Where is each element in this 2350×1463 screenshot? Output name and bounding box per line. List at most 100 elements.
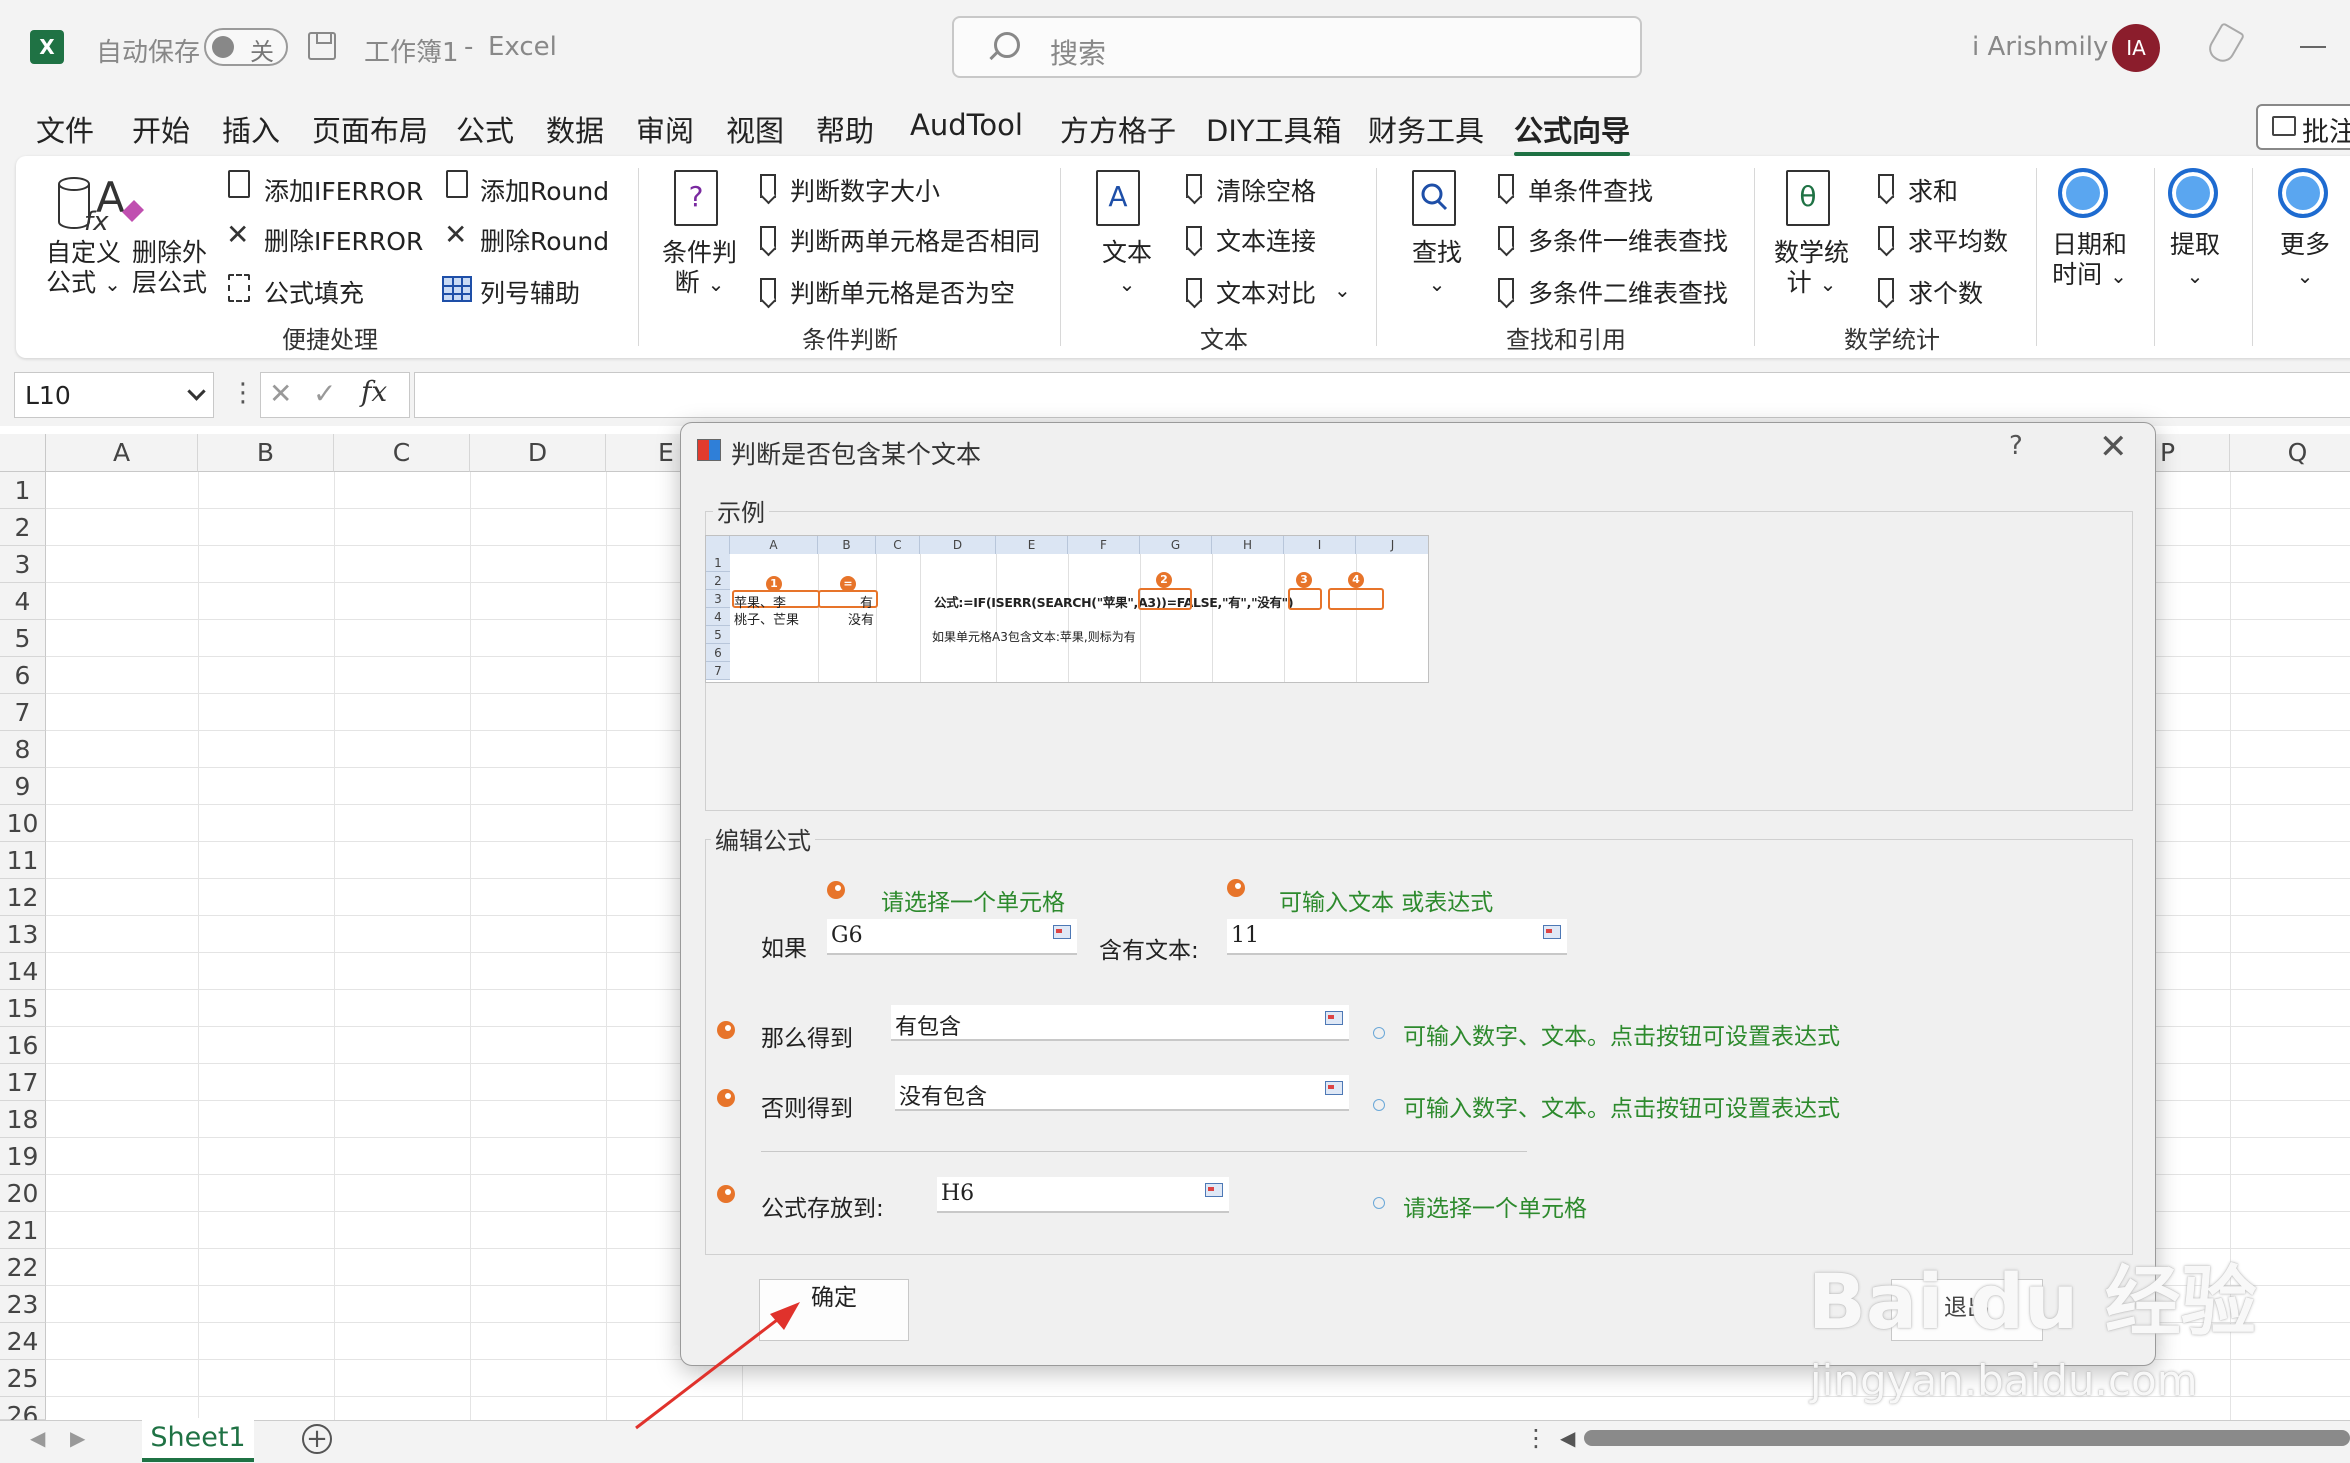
math-item-2[interactable]: 求平均数	[1908, 222, 2008, 258]
col-header-d[interactable]: D	[470, 434, 606, 472]
more-button[interactable]: 更多 ⌄	[2280, 230, 2330, 291]
cond-item-2[interactable]: 判断两单元格是否相同	[790, 222, 1040, 258]
confirm-icon[interactable]: ✓	[313, 377, 336, 410]
more-options-icon[interactable]: ⋮	[230, 378, 256, 408]
extract-button[interactable]: 提取 ⌄	[2170, 230, 2220, 291]
col-header-q[interactable]: Q	[2230, 434, 2350, 472]
tab-diy[interactable]: DIY工具箱	[1206, 108, 1342, 150]
add-sheet-icon[interactable]: +	[302, 1424, 332, 1454]
tab-data[interactable]: 数据	[546, 108, 604, 150]
tab-view[interactable]: 视图	[726, 108, 784, 150]
expression-picker-icon[interactable]	[1325, 1011, 1343, 1025]
close-icon[interactable]: ✕	[2099, 427, 2128, 467]
del-iferror-button[interactable]: 删除IFERROR	[264, 222, 423, 258]
tab-file[interactable]: 文件	[36, 108, 94, 150]
lookup-button[interactable]: 查找 ⌄	[1412, 238, 1462, 299]
tab-formula-wizard[interactable]: 公式向导	[1514, 108, 1631, 156]
row-header[interactable]: 17	[0, 1064, 46, 1101]
add-iferror-button[interactable]: 添加IFERROR	[264, 172, 423, 208]
next-sheet-icon[interactable]: ▶	[70, 1426, 85, 1450]
lookup-item-3[interactable]: 多条件二维表查找	[1528, 274, 1728, 310]
math-button[interactable]: 数学统计 ⌄	[1774, 238, 1849, 299]
row-header[interactable]: 8	[0, 731, 46, 768]
row-header[interactable]: 14	[0, 953, 46, 990]
row-header[interactable]: 24	[0, 1323, 46, 1360]
tab-audtool[interactable]: AudTool	[910, 108, 1023, 142]
add-round-button[interactable]: 添加Round	[480, 172, 609, 208]
contains-text-input[interactable]: 11	[1227, 919, 1567, 955]
cell-picker-icon[interactable]	[1205, 1183, 1223, 1197]
row-header[interactable]: 26	[0, 1397, 46, 1430]
tab-home[interactable]: 开始	[132, 108, 190, 150]
help-button[interactable]: ?	[2009, 431, 2023, 461]
row-header[interactable]: 13	[0, 916, 46, 953]
store-cell-input[interactable]: H6	[937, 1177, 1229, 1213]
tab-insert[interactable]: 插入	[222, 108, 280, 150]
tab-finance[interactable]: 财务工具	[1368, 108, 1484, 150]
math-item-3[interactable]: 求个数	[1908, 274, 1983, 310]
cancel-icon[interactable]: ✕	[269, 377, 292, 410]
col-helper-button[interactable]: 列号辅助	[480, 274, 580, 310]
prev-sheet-icon[interactable]: ◀	[30, 1426, 45, 1450]
row-header[interactable]: 20	[0, 1175, 46, 1212]
tab-ffgz[interactable]: 方方格子	[1060, 108, 1176, 150]
col-header-p[interactable]: P	[2154, 434, 2230, 472]
tab-review[interactable]: 审阅	[636, 108, 694, 150]
insert-function-icon[interactable]: fx	[361, 375, 387, 408]
col-header-b[interactable]: B	[198, 434, 334, 472]
autosave-toggle[interactable]: 关	[204, 28, 288, 66]
row-header[interactable]: 10	[0, 805, 46, 842]
formula-input[interactable]	[414, 372, 2350, 418]
else-value-input[interactable]: 没有包含	[895, 1075, 1349, 1111]
expression-picker-icon[interactable]	[1543, 925, 1561, 939]
sheet-tab-sheet1[interactable]: Sheet1	[142, 1418, 254, 1462]
select-all-corner[interactable]	[0, 434, 46, 472]
user-name[interactable]: i Arishmily	[1972, 32, 2108, 62]
row-header[interactable]: 6	[0, 657, 46, 694]
date-time-button[interactable]: 日期和 时间 ⌄	[2052, 230, 2127, 291]
row-header[interactable]: 21	[0, 1212, 46, 1249]
lookup-item-1[interactable]: 单条件查找	[1528, 172, 1653, 208]
row-header[interactable]: 7	[0, 694, 46, 731]
del-round-button[interactable]: 删除Round	[480, 222, 609, 258]
save-icon[interactable]	[308, 32, 336, 60]
col-header-a[interactable]: A	[46, 434, 198, 472]
lookup-item-2[interactable]: 多条件一维表查找	[1528, 222, 1728, 258]
cell-picker-icon[interactable]	[1053, 925, 1071, 939]
text-item-3[interactable]: 文本对比	[1216, 274, 1316, 310]
text-button[interactable]: 文本 ⌄	[1102, 238, 1152, 299]
row-header[interactable]: 23	[0, 1286, 46, 1323]
row-header[interactable]: 3	[0, 546, 46, 583]
cond-judge-button[interactable]: 条件判断 ⌄	[662, 238, 737, 299]
delete-outer-button[interactable]: 删除外 层公式	[132, 238, 207, 298]
tab-formulas[interactable]: 公式	[456, 108, 514, 150]
row-header[interactable]: 2	[0, 509, 46, 546]
row-header[interactable]: 12	[0, 879, 46, 916]
row-header[interactable]: 4	[0, 583, 46, 620]
if-cell-input[interactable]: G6	[827, 919, 1077, 955]
math-item-1[interactable]: 求和	[1908, 172, 1958, 208]
cond-item-1[interactable]: 判断数字大小	[790, 172, 940, 208]
row-header[interactable]: 25	[0, 1360, 46, 1397]
row-header[interactable]: 19	[0, 1138, 46, 1175]
tab-help[interactable]: 帮助	[816, 108, 874, 150]
custom-formula-button[interactable]: 自定义 公式 ⌄	[46, 238, 121, 299]
then-value-input[interactable]: 有包含	[891, 1005, 1349, 1041]
avatar[interactable]: IA	[2112, 24, 2160, 72]
row-header[interactable]: 11	[0, 842, 46, 879]
search-box[interactable]: 搜索	[952, 16, 1642, 78]
name-box[interactable]: L10	[14, 372, 214, 418]
row-header[interactable]: 18	[0, 1101, 46, 1138]
scroll-left-icon[interactable]: ◀	[1560, 1426, 1575, 1450]
text-more-chevron-icon[interactable]: ⌄	[1334, 278, 1351, 302]
tab-page-layout[interactable]: 页面布局	[312, 108, 428, 150]
fill-formula-button[interactable]: 公式填充	[264, 274, 364, 310]
row-header[interactable]: 16	[0, 1027, 46, 1064]
row-header[interactable]: 1	[0, 472, 46, 509]
comment-button[interactable]: 批注	[2256, 104, 2350, 150]
row-header[interactable]: 5	[0, 620, 46, 657]
minimize-icon[interactable]	[2300, 46, 2326, 48]
cond-item-3[interactable]: 判断单元格是否为空	[790, 274, 1015, 310]
row-header[interactable]: 22	[0, 1249, 46, 1286]
row-header[interactable]: 9	[0, 768, 46, 805]
